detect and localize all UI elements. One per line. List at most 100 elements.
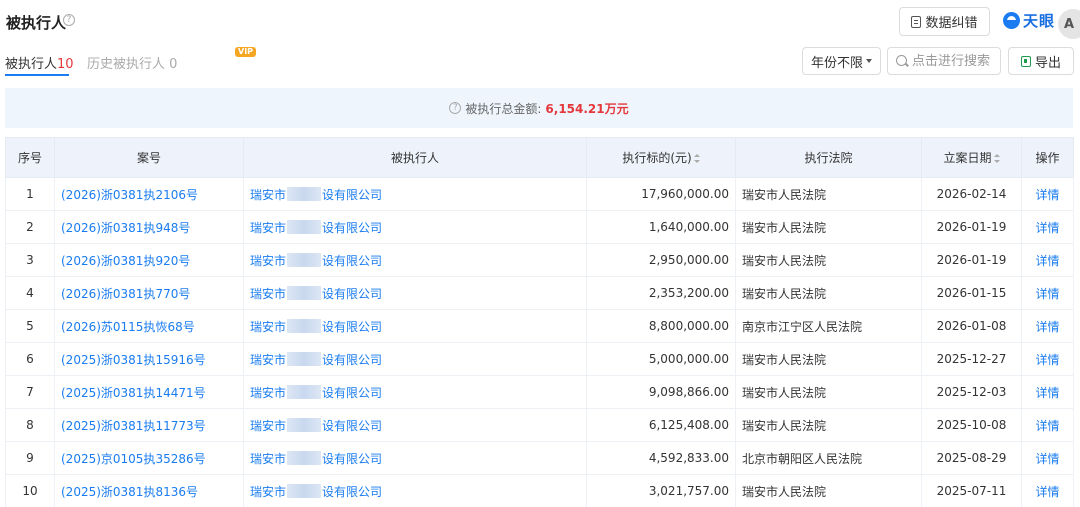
party-prefix: 瑞安市 [250,352,287,367]
detail-link[interactable]: 详情 [1021,309,1074,343]
detail-link[interactable]: 详情 [1021,474,1074,507]
tab-history-executed-person[interactable]: 历史被执行人 0 VIP [87,47,257,72]
filing-date: 2025-08-29 [921,441,1022,475]
table-row: 7 (2025)浙0381执14471号 瑞安市 设有限公司 9,098,866.00 瑞… [5,375,1074,409]
row-index: 5 [5,309,55,343]
execution-court: 瑞安市人民法院 [735,243,922,277]
execution-amount: 5,000,000.00 [586,342,736,376]
column-header-date-label: 立案日期 [943,151,992,165]
filing-date: 2026-02-14 [921,177,1022,211]
party-name-link[interactable]: 瑞安市 设有限公司 [243,342,587,376]
detail-link[interactable]: 详情 [1021,177,1074,211]
case-number-link[interactable]: (2025)浙0381执14471号 [54,375,244,409]
sort-icon[interactable] [993,154,1000,163]
tab-executed-person[interactable]: 被执行人10 [5,53,74,72]
detail-link[interactable]: 详情 [1021,276,1074,310]
detail-link[interactable]: 详情 [1021,210,1074,244]
table-row: 9 (2025)京0105执35286号 瑞安市 设有限公司 4,592,833.00 北… [5,441,1074,475]
help-icon[interactable]: ? [449,102,462,114]
case-number-link[interactable]: (2026)浙0381执2106号 [54,177,244,211]
table-body: 1 (2026)浙0381执2106号 瑞安市 设有限公司 17,960,000.00 瑞… [5,177,1074,507]
party-name-link[interactable]: 瑞安市 设有限公司 [243,177,587,211]
row-index: 1 [5,177,55,211]
case-number-link[interactable]: (2025)浙0381执11773号 [54,408,244,442]
party-name-link[interactable]: 瑞安市 设有限公司 [243,276,587,310]
export-button[interactable]: 导出 [1008,47,1074,75]
sort-icon[interactable] [693,154,700,163]
case-number-link[interactable]: (2026)苏0115执恢68号 [54,309,244,343]
column-header-date[interactable]: 立案日期 [921,137,1022,178]
redaction-mask [287,285,322,300]
row-index: 2 [5,210,55,244]
case-number-link[interactable]: (2026)浙0381执770号 [54,276,244,310]
party-suffix: 设有限公司 [322,220,383,235]
party-name-link[interactable]: 瑞安市 设有限公司 [243,210,587,244]
execution-court: 瑞安市人民法院 [735,276,922,310]
execution-amount: 8,800,000.00 [586,309,736,343]
case-number-link[interactable]: (2025)京0105执35286号 [54,441,244,475]
filing-date: 2026-01-08 [921,309,1022,343]
column-header-action: 操作 [1021,137,1074,178]
help-icon[interactable]: ? [63,14,75,26]
execution-court: 瑞安市人民法院 [735,375,922,409]
execution-amount: 3,021,757.00 [586,474,736,507]
detail-link[interactable]: 详情 [1021,441,1074,475]
redaction-mask [287,450,322,465]
table-row: 2 (2026)浙0381执948号 瑞安市 设有限公司 1,640,000.00 瑞安市… [5,210,1074,244]
party-name-link[interactable]: 瑞安市 设有限公司 [243,441,587,475]
execution-amount: 2,950,000.00 [586,243,736,277]
data-correction-label: 数据纠错 [925,16,978,31]
floating-round-button[interactable]: A [1058,9,1080,39]
filing-date: 2025-07-11 [921,474,1022,507]
row-index: 9 [5,441,55,475]
detail-link[interactable]: 详情 [1021,342,1074,376]
column-header-index: 序号 [5,137,55,178]
redaction-mask [287,384,322,399]
party-prefix: 瑞安市 [250,385,287,400]
execution-amount: 17,960,000.00 [586,177,736,211]
search-box[interactable] [887,47,1001,75]
data-correction-button[interactable]: 数据纠错 [899,7,990,36]
filing-date: 2025-12-03 [921,375,1022,409]
executed-person-table: 序号 案号 被执行人 执行标的(元) 执行法院 立案日期 操作 1 (2026)浙… [5,137,1074,507]
detail-link[interactable]: 详情 [1021,408,1074,442]
column-header-amount[interactable]: 执行标的(元) [586,137,736,178]
case-number-link[interactable]: (2026)浙0381执920号 [54,243,244,277]
case-number-link[interactable]: (2025)浙0381执15916号 [54,342,244,376]
year-filter-select[interactable]: 年份不限 [802,47,881,75]
tab-executed-person-label: 被执行人 [5,57,58,72]
execution-court: 瑞安市人民法院 [735,474,922,507]
redaction-mask [287,252,322,267]
search-input[interactable] [912,52,998,70]
table-header-row: 序号 案号 被执行人 执行标的(元) 执行法院 立案日期 操作 [5,137,1074,178]
party-suffix: 设有限公司 [322,286,383,301]
party-suffix: 设有限公司 [322,187,383,202]
party-name-link[interactable]: 瑞安市 设有限公司 [243,474,587,507]
case-number-link[interactable]: (2025)浙0381执8136号 [54,474,244,507]
redaction-mask [287,318,322,333]
detail-link[interactable]: 详情 [1021,375,1074,409]
eye-logo-icon [1003,12,1020,29]
party-name-link[interactable]: 瑞安市 设有限公司 [243,309,587,343]
tab-executed-person-count: 10 [57,57,74,72]
party-suffix: 设有限公司 [322,385,383,400]
table-row: 3 (2026)浙0381执920号 瑞安市 设有限公司 2,950,000.00 瑞安市… [5,243,1074,277]
case-number-link[interactable]: (2026)浙0381执948号 [54,210,244,244]
execution-court: 瑞安市人民法院 [735,177,922,211]
logo-text: 天眼 [1023,12,1056,30]
party-prefix: 瑞安市 [250,418,287,433]
party-name-link[interactable]: 瑞安市 设有限公司 [243,243,587,277]
redaction-mask [287,417,322,432]
party-prefix: 瑞安市 [250,484,287,499]
row-index: 10 [5,474,55,507]
column-header-party: 被执行人 [243,137,587,178]
party-prefix: 瑞安市 [250,253,287,268]
party-prefix: 瑞安市 [250,319,287,334]
party-name-link[interactable]: 瑞安市 设有限公司 [243,375,587,409]
party-name-link[interactable]: 瑞安市 设有限公司 [243,408,587,442]
redaction-mask [287,483,322,498]
active-tab-underline [5,74,69,76]
detail-link[interactable]: 详情 [1021,243,1074,277]
document-icon [911,15,922,28]
header-bar: 被执行人 ? 数据纠错 天眼 A [0,0,1080,42]
